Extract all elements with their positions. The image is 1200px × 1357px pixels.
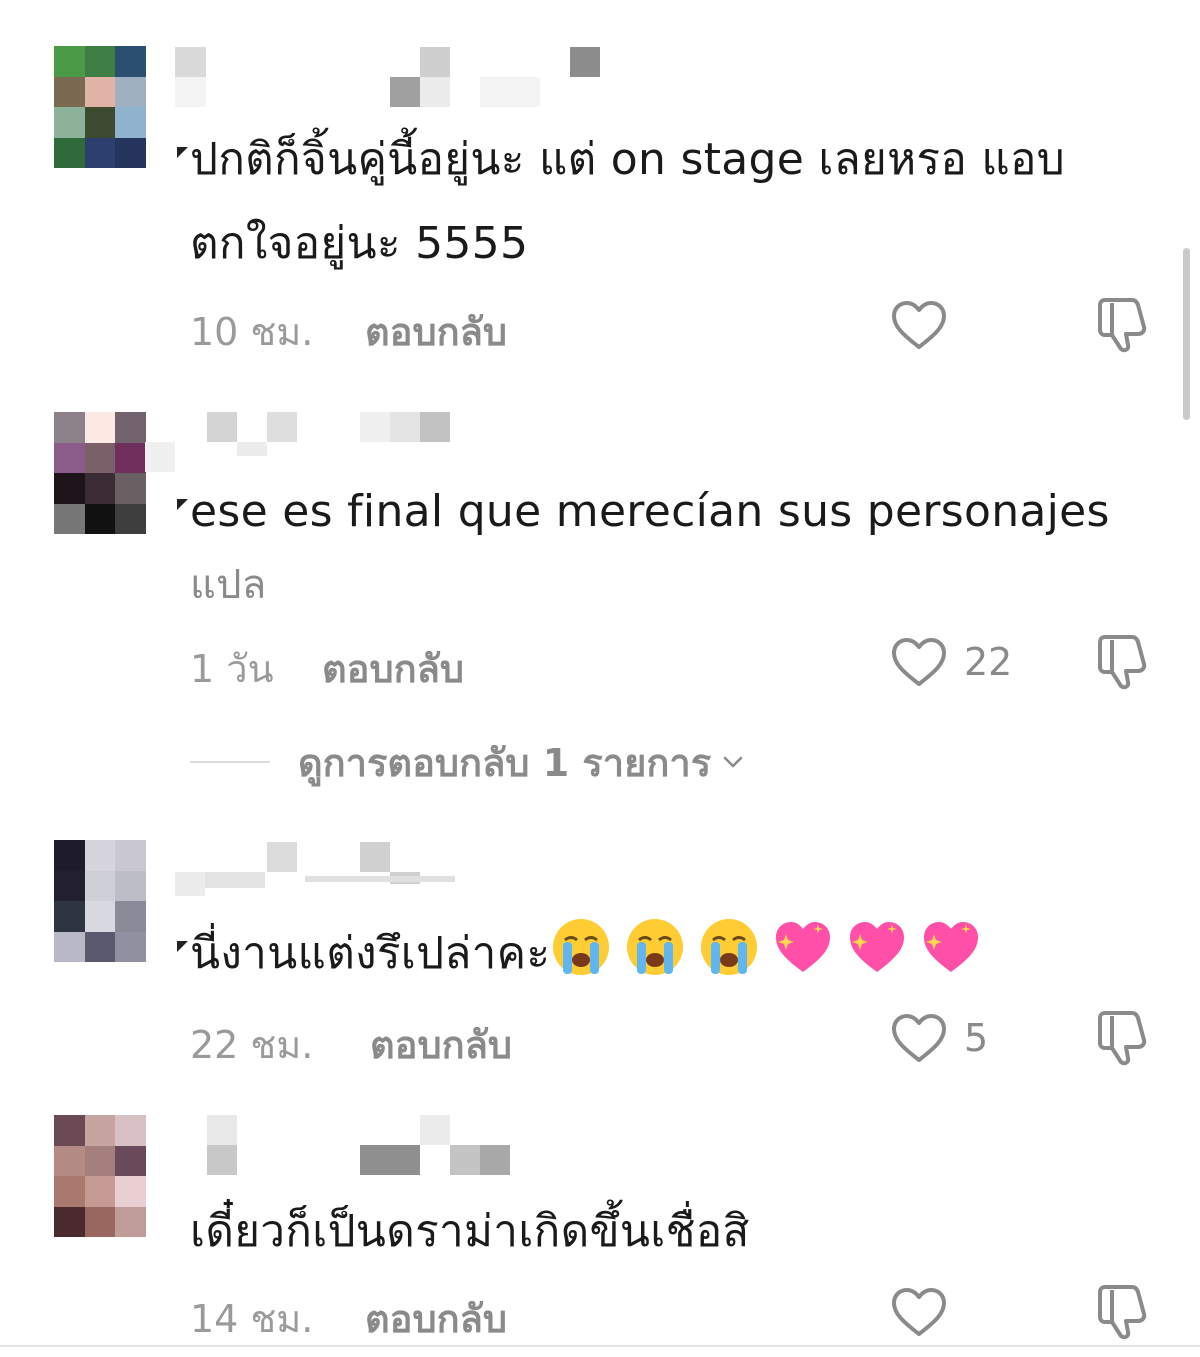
comment-text: เดี๋ยวก็เป็นดราม่าเกิดขึ้นเชื่อสิ (190, 1206, 750, 1257)
heart-outline-icon (892, 638, 946, 686)
dislike-button[interactable] (1092, 1282, 1154, 1342)
translate-link[interactable]: แปล (190, 543, 1165, 627)
like-button[interactable]: 22 (890, 632, 1012, 692)
dislike-button[interactable] (1092, 295, 1154, 355)
thumbs-down-icon (1098, 298, 1147, 353)
divider-line (190, 761, 270, 763)
loudly-crying-face-icon (550, 916, 612, 978)
like-button[interactable]: 5 (890, 1008, 988, 1068)
like-button[interactable] (890, 295, 948, 355)
heart-outline-icon (892, 1014, 946, 1062)
reply-button[interactable]: ตอบกลับ (365, 1288, 507, 1349)
username-redacted[interactable] (175, 1113, 595, 1175)
comment-text: ese es final que merecían sus personajes (177, 470, 1165, 554)
avatar[interactable] (54, 46, 146, 168)
sparkling-heart-icon (772, 916, 834, 978)
thumbs-down-icon (1098, 1285, 1147, 1340)
username-redacted[interactable] (145, 410, 595, 472)
comment-text: ปกติก็จิ้นคู่นี้อยู่นะ แต่ on stage เลยห… (177, 118, 1165, 286)
avatar[interactable] (54, 1115, 146, 1237)
avatar[interactable] (54, 412, 146, 534)
heart-outline-icon (892, 301, 946, 349)
username-redacted[interactable] (175, 840, 595, 900)
comment-time: 22 ชม. (190, 1023, 314, 1067)
comment-time: 1 วัน (190, 647, 274, 691)
reply-button[interactable]: ตอบกลับ (370, 1014, 512, 1075)
view-replies-button[interactable]: ดูการตอบกลับ 1 รายการ (190, 732, 745, 792)
dislike-button[interactable] (1092, 632, 1154, 692)
thumbs-down-icon (1098, 635, 1147, 690)
chevron-down-icon (723, 756, 743, 768)
reply-button[interactable]: ตอบกลับ (365, 301, 507, 362)
like-count: 22 (964, 640, 1013, 684)
thumbs-down-icon (1098, 1011, 1147, 1066)
comment-meta: 22 ชม. ตอบกลับ 5 (190, 1008, 1165, 1068)
sparkling-heart-icon (846, 916, 908, 978)
username-redacted[interactable] (175, 45, 600, 107)
like-button[interactable] (890, 1282, 948, 1342)
comment-meta: 14 ชม. ตอบกลับ (190, 1282, 1165, 1342)
scrollbar[interactable] (1183, 248, 1190, 420)
like-count: 5 (964, 1016, 989, 1060)
sparkling-heart-icon (920, 916, 982, 978)
heart-outline-icon (892, 1288, 946, 1336)
loudly-crying-face-icon (624, 916, 686, 978)
avatar[interactable] (54, 840, 146, 962)
bottom-divider (0, 1345, 1200, 1347)
comment-meta: 10 ชม. ตอบกลับ (190, 295, 1165, 355)
comment-time: 14 ชม. (190, 1297, 314, 1341)
loudly-crying-face-icon (698, 916, 760, 978)
dislike-button[interactable] (1092, 1008, 1154, 1068)
reply-button[interactable]: ตอบกลับ (322, 638, 464, 699)
comment-text: นี่งานแต่งรึเปล่าคะ (177, 912, 1165, 996)
comment-meta: 1 วัน ตอบกลับ 22 (190, 632, 1165, 692)
comment-text-body: นี่งานแต่งรึเปล่าคะ (190, 928, 551, 979)
comment-time: 10 ชม. (190, 310, 314, 354)
view-replies-label: ดูการตอบกลับ 1 รายการ (298, 740, 712, 785)
